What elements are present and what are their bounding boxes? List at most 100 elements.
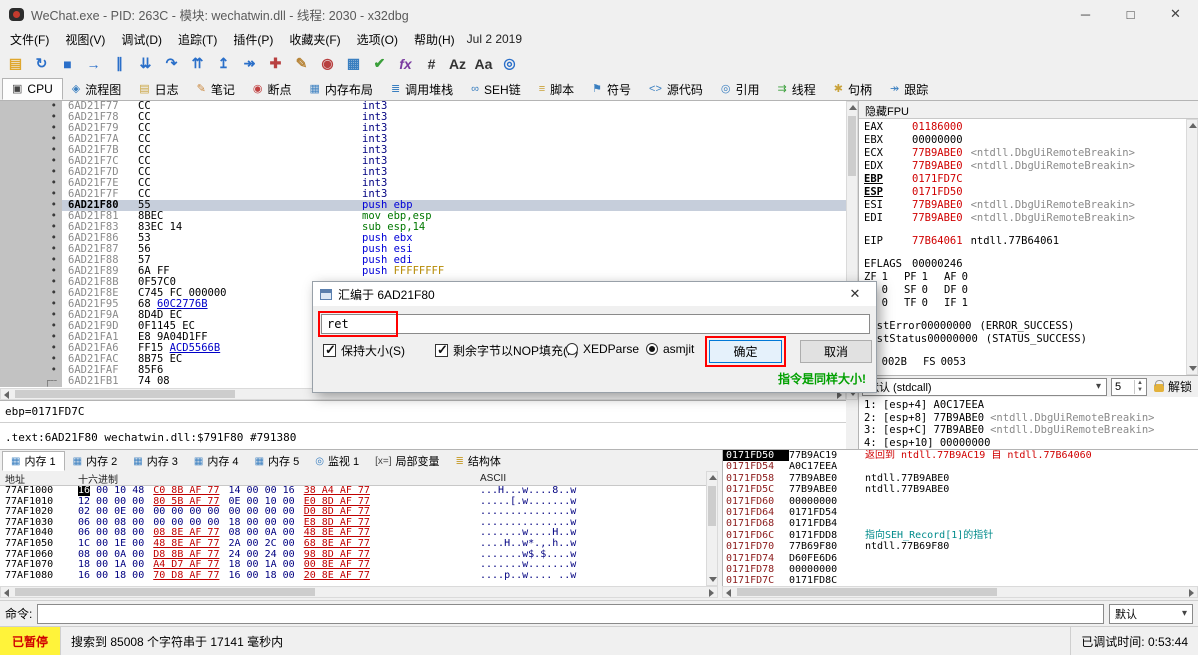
scroll-down-arrow-icon[interactable] bbox=[709, 577, 717, 582]
step-out-icon[interactable]: ↥ bbox=[211, 52, 236, 75]
view-tab[interactable]: ◈流程图 bbox=[63, 78, 130, 100]
comment-icon[interactable]: ✎ bbox=[289, 52, 314, 75]
stack-view[interactable]: 0171FD5077B9AC19返回到 ntdll.77B9AC19 自 ntd… bbox=[722, 449, 1198, 586]
dialog-radio-asmjit[interactable]: asmjit bbox=[646, 342, 694, 356]
minimize-button[interactable]: ─ bbox=[1063, 0, 1108, 28]
menu-item[interactable]: 插件(P) bbox=[225, 28, 281, 51]
view-tab[interactable]: ⚑符号 bbox=[583, 78, 640, 100]
stack-argument-row[interactable]: 2: [esp+8] 77B9ABE0<ntdll.DbgUiRemoteBre… bbox=[864, 412, 1193, 425]
stop-icon[interactable]: ■ bbox=[55, 52, 80, 75]
calculator-fx-icon[interactable]: fx bbox=[393, 52, 418, 75]
stack-row[interactable]: 0171FD54A0C17EEA bbox=[723, 461, 1198, 472]
register-row[interactable]: GS002BFS0053 bbox=[864, 356, 1181, 369]
stack-row[interactable]: 0171FD5C77B9ABE0ntdll.77B9ABE0 bbox=[723, 484, 1198, 495]
open-file-icon[interactable]: ▤ bbox=[3, 52, 28, 75]
dialog-checkbox-2[interactable]: 剩余字节以NOP填充(F) bbox=[435, 342, 578, 359]
disasm-row[interactable]: •6AD21F79CCint3 bbox=[0, 123, 846, 134]
register-row[interactable]: EIP77B64061ntdll.77B64061 bbox=[864, 235, 1181, 248]
disasm-row[interactable]: •6AD21F7DCCint3 bbox=[0, 167, 846, 178]
dump-tab[interactable]: ▦内存 3 bbox=[125, 451, 186, 471]
scroll-up-arrow-icon[interactable] bbox=[709, 475, 717, 480]
stack-row[interactable]: 0171FD7077B69F80ntdll.77B69F80 bbox=[723, 541, 1198, 552]
stack-row[interactable]: 0171FD6C0171FDD8指向SEH_Record[1]的指针 bbox=[723, 530, 1198, 541]
view-tab[interactable]: ▣CPU bbox=[2, 78, 63, 100]
dump-tab[interactable]: ▦内存 5 bbox=[247, 451, 308, 471]
register-row[interactable]: EBX00000000 bbox=[864, 134, 1181, 147]
view-tab[interactable]: ⇉线程 bbox=[769, 78, 825, 100]
scroll-thumb[interactable] bbox=[15, 390, 235, 398]
memory-map-icon[interactable]: ▦ bbox=[341, 52, 366, 75]
ok-button[interactable]: 确定 bbox=[709, 340, 782, 363]
scroll-left-arrow-icon[interactable] bbox=[4, 589, 9, 597]
scroll-right-arrow-icon[interactable] bbox=[1189, 589, 1194, 597]
register-row[interactable]: OF0SF0DF0 bbox=[864, 284, 1181, 297]
scroll-up-arrow-icon[interactable] bbox=[1189, 123, 1197, 128]
dump-tab[interactable]: [x=]局部变量 bbox=[367, 451, 447, 471]
scroll-left-arrow-icon[interactable] bbox=[4, 391, 9, 399]
scroll-left-arrow-icon[interactable] bbox=[726, 589, 731, 597]
dump-horizontal-scrollbar[interactable] bbox=[0, 586, 718, 598]
disasm-row[interactable]: •6AD21F78CCint3 bbox=[0, 112, 846, 123]
scroll-thumb[interactable] bbox=[708, 486, 716, 526]
step-over-icon[interactable]: ↷ bbox=[159, 52, 184, 75]
scroll-down-arrow-icon[interactable] bbox=[1189, 366, 1197, 371]
registers-vertical-scrollbar[interactable] bbox=[1186, 119, 1198, 375]
globe-icon[interactable]: ◎ bbox=[497, 52, 522, 75]
register-row[interactable]: EDI77B9ABE0<ntdll.DbgUiRemoteBreakin> bbox=[864, 212, 1181, 225]
stack-row[interactable]: 0171FD74D60FE6D6 bbox=[723, 553, 1198, 564]
command-profile-dropdown[interactable]: 默认 ▾ bbox=[1109, 604, 1193, 624]
cancel-button[interactable]: 取消 bbox=[800, 340, 872, 363]
strings-az-icon[interactable]: Az bbox=[445, 52, 470, 75]
menu-item[interactable]: 选项(O) bbox=[349, 28, 406, 51]
register-row[interactable]: LastStatus00000000(STATUS_SUCCESS) bbox=[864, 333, 1181, 346]
patches-icon[interactable]: ✚ bbox=[263, 52, 288, 75]
dialog-close-icon[interactable]: ✕ bbox=[841, 286, 869, 302]
view-tab[interactable]: ∞SEH链 bbox=[462, 78, 530, 100]
close-button[interactable]: ✕ bbox=[1153, 0, 1198, 28]
maximize-button[interactable]: □ bbox=[1108, 0, 1153, 28]
view-tab[interactable]: <>源代码 bbox=[640, 78, 712, 100]
dump-tab[interactable]: ◎监视 1 bbox=[307, 451, 367, 471]
pause-icon[interactable]: ∥ bbox=[107, 52, 132, 75]
restart-icon[interactable]: ↻ bbox=[29, 52, 54, 75]
view-tab[interactable]: ▤日志 bbox=[130, 78, 187, 100]
registers-list[interactable]: EAX01186000EBX00000000ECX77B9ABE0<ntdll.… bbox=[859, 119, 1186, 375]
stack-row[interactable]: 0171FD7800000000 bbox=[723, 564, 1198, 575]
menu-item[interactable]: 视图(V) bbox=[57, 28, 113, 51]
view-tab[interactable]: ≡脚本 bbox=[530, 78, 583, 100]
dump-tab[interactable]: ▦内存 1 bbox=[2, 451, 65, 471]
menu-item[interactable]: 调试(D) bbox=[113, 28, 170, 51]
scroll-up-arrow-icon[interactable] bbox=[849, 105, 857, 110]
disasm-row[interactable]: •6AD21F77CCint3 bbox=[0, 101, 846, 112]
disasm-row[interactable]: •6AD21F8756push esi bbox=[0, 244, 846, 255]
run-icon[interactable]: → bbox=[81, 52, 106, 75]
register-row[interactable]: ECX77B9ABE0<ntdll.DbgUiRemoteBreakin> bbox=[864, 147, 1181, 160]
stack-argument-row[interactable]: 4: [esp+10] 00000000 bbox=[864, 437, 1193, 450]
menu-item[interactable]: 收藏夹(F) bbox=[281, 28, 348, 51]
disasm-row[interactable]: •6AD21F7FCCint3 bbox=[0, 189, 846, 200]
register-row[interactable]: CF0TF0IF1 bbox=[864, 297, 1181, 310]
register-row[interactable]: ESP0171FD50 bbox=[864, 186, 1181, 199]
hide-fpu-button[interactable]: 隐藏FPU bbox=[859, 101, 1198, 119]
view-tab[interactable]: ✱句柄 bbox=[825, 78, 881, 100]
argument-count-stepper[interactable]: 5 ▲▼ bbox=[1111, 378, 1147, 396]
disasm-row[interactable]: •6AD21F896A FFpush FFFFFFFF bbox=[0, 266, 846, 277]
register-row[interactable]: LastError00000000(ERROR_SUCCESS) bbox=[864, 320, 1181, 333]
stack-horizontal-scrollbar[interactable] bbox=[722, 586, 1198, 598]
hash-icon[interactable]: # bbox=[419, 52, 444, 75]
menu-item[interactable]: 帮助(H) bbox=[406, 28, 463, 51]
register-row[interactable]: EDX77B9ABE0<ntdll.DbgUiRemoteBreakin> bbox=[864, 160, 1181, 173]
execute-till-return-icon[interactable]: ⇈ bbox=[185, 52, 210, 75]
view-tab[interactable]: ≣调用堆栈 bbox=[382, 78, 462, 100]
view-tab[interactable]: ✎笔记 bbox=[188, 78, 244, 100]
register-row[interactable]: EBP0171FD7C bbox=[864, 173, 1181, 186]
dialog-checkbox-1[interactable]: 保持大小(S) bbox=[323, 342, 405, 359]
disasm-row[interactable]: •6AD21F7ACCint3 bbox=[0, 134, 846, 145]
stack-row[interactable]: 0171FD7C0171FD8C bbox=[723, 575, 1198, 586]
scroll-right-arrow-icon[interactable] bbox=[709, 589, 714, 597]
stack-row[interactable]: 0171FD640171FD54 bbox=[723, 507, 1198, 518]
stack-row[interactable]: 0171FD680171FDB4 bbox=[723, 518, 1198, 529]
calling-convention-dropdown[interactable]: 默认 (stdcall) ▾ bbox=[862, 378, 1107, 396]
view-tab[interactable]: ◉断点 bbox=[244, 78, 301, 100]
view-tab[interactable]: ▦内存布局 bbox=[301, 78, 382, 100]
